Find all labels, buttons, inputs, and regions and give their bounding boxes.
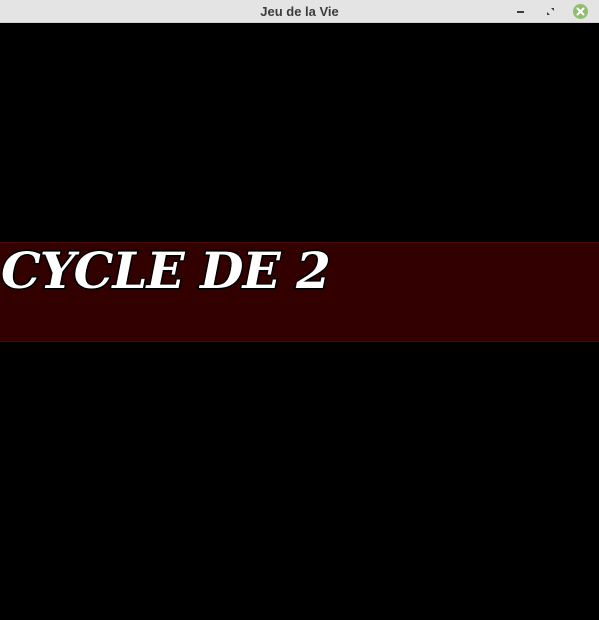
status-banner: CYCLE DE 2 xyxy=(0,240,599,342)
banner-text-svg: CYCLE DE 2 xyxy=(0,240,332,302)
close-icon[interactable] xyxy=(572,3,589,20)
window-title: Jeu de la Vie xyxy=(260,4,339,19)
title-bar[interactable]: Jeu de la Vie xyxy=(0,0,599,23)
cycle-status-text: CYCLE DE 2 xyxy=(1,241,330,300)
maximize-icon[interactable] xyxy=(542,3,559,20)
minimize-icon[interactable] xyxy=(512,3,529,20)
game-canvas[interactable]: CYCLE DE 2 xyxy=(0,23,599,620)
app-window: Jeu de la Vie CYCLE DE 2 xyxy=(0,0,599,620)
